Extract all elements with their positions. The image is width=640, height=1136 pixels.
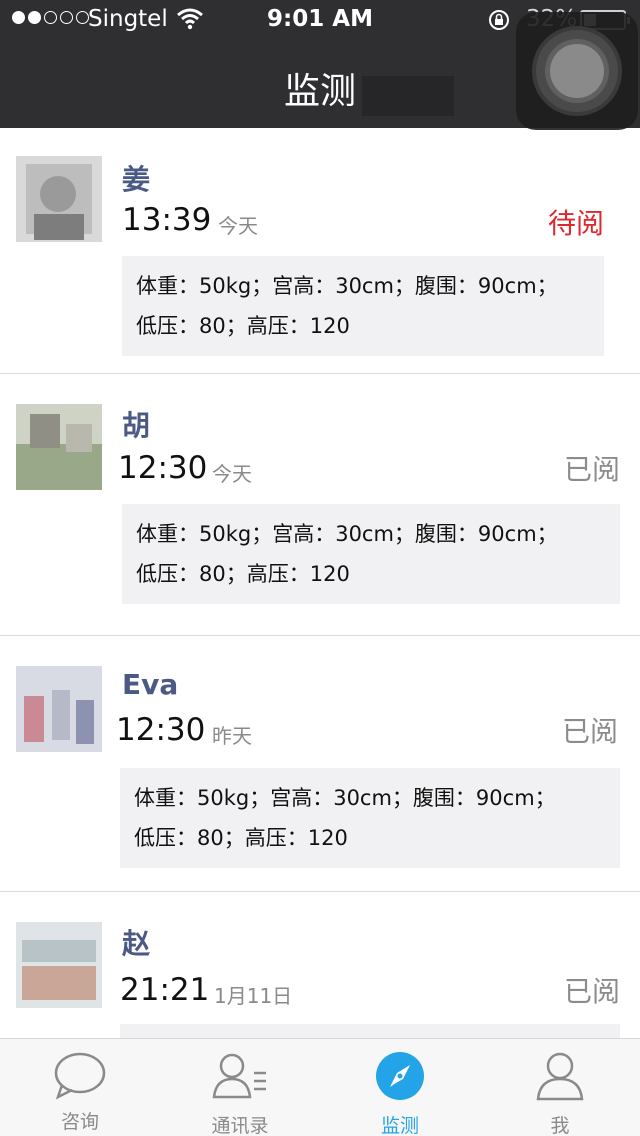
contacts-icon [212, 1053, 266, 1099]
record-item[interactable]: 姜 13:39 今天 待阅 体重：50kg；宫高：30cm；腹围：90cm； 低… [0, 128, 640, 374]
tab-label: 咨询 [60, 1111, 99, 1133]
record-day: 今天 [212, 462, 252, 486]
tab-me[interactable]: 我 [480, 1039, 640, 1136]
record-day: 昨天 [212, 724, 252, 748]
avatar [16, 404, 102, 490]
status-badge: 已阅 [561, 715, 618, 748]
record-day: 今天 [218, 214, 258, 238]
measurement-line-2: 低压：80；高压：120 [136, 314, 350, 338]
status-badge: 已阅 [563, 453, 620, 486]
measurement-line-2: 低压：80；高压：120 [136, 562, 350, 586]
compass-icon [376, 1052, 424, 1100]
measurement-line-2: 低压：80；高压：120 [134, 826, 348, 850]
measurement-line-1: 体重：50kg；宫高：30cm；腹围：90cm； [136, 522, 558, 546]
patient-name: 胡 [122, 409, 151, 442]
tab-consult[interactable]: 咨询 [0, 1039, 160, 1136]
record-time: 21:21 [120, 972, 210, 1008]
measurement-box: 体重：50kg；宫高：30cm；腹围：90cm； 低压：80；高压：120 [122, 256, 604, 356]
measurement-line-1: 体重：50kg；宫高：30cm；腹围：90cm； [136, 274, 558, 298]
record-time: 12:30 [116, 712, 206, 748]
tab-label: 通讯录 [211, 1115, 269, 1136]
measurement-box: 体重：50kg；宫高：30cm；腹围：90cm； 低压：80；高压：120 [120, 768, 620, 868]
patient-name: 姜 [122, 163, 151, 196]
avatar [16, 156, 102, 242]
patient-name: Eva [122, 668, 179, 701]
record-day: 1月11日 [214, 984, 293, 1008]
avatar [16, 922, 102, 1008]
assistive-touch-button[interactable] [516, 12, 638, 130]
status-badge: 已阅 [563, 975, 620, 1008]
measurement-box: 体重：50kg；宫高：30cm；腹围：90cm； 低压：80；高压：120 [122, 504, 620, 604]
avatar [16, 666, 102, 752]
tab-label: 监测 [380, 1115, 419, 1136]
monitor-record-list: 姜 13:39 今天 待阅 体重：50kg；宫高：30cm；腹围：90cm； 低… [0, 128, 640, 1038]
header: Singtel 9:01 AM 32% 监测 [0, 0, 640, 130]
record-time: 13:39 [122, 202, 212, 238]
record-item[interactable]: Eva 12:30 昨天 已阅 体重：50kg；宫高：30cm；腹围：90cm；… [0, 636, 640, 892]
measurement-line-1: 体重：50kg；宫高：30cm；腹围：90cm； [134, 786, 556, 810]
record-item[interactable]: 赵 21:21 1月11日 已阅 [0, 892, 640, 1038]
tab-contacts[interactable]: 通讯录 [160, 1039, 320, 1136]
status-badge: 待阅 [547, 207, 604, 240]
header-overlay-block [362, 76, 454, 116]
record-time: 12:30 [118, 450, 208, 486]
tab-bar: 咨询 通讯录 监测 我 [0, 1038, 640, 1136]
tab-label: 我 [550, 1115, 570, 1136]
record-item[interactable]: 胡 12:30 今天 已阅 体重：50kg；宫高：30cm；腹围：90cm； 低… [0, 374, 640, 636]
rotation-lock-icon [489, 10, 509, 30]
measurement-box [120, 1024, 620, 1038]
tab-monitor[interactable]: 监测 [320, 1039, 480, 1136]
person-icon [536, 1052, 584, 1101]
patient-name: 赵 [122, 927, 151, 960]
chat-bubble-icon [54, 1052, 106, 1100]
